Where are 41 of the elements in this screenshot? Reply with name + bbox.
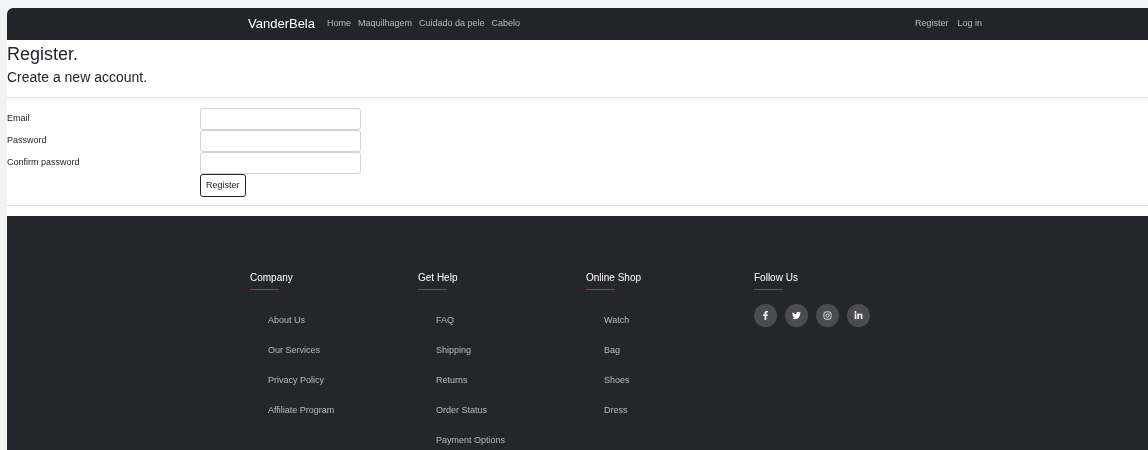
nav-link[interactable]: Maquilhagem	[358, 17, 413, 31]
input-field[interactable]	[200, 130, 361, 152]
heading-underline	[418, 289, 447, 290]
instagram-icon[interactable]	[816, 304, 839, 327]
linkedin-icon[interactable]	[847, 304, 870, 327]
footer-link[interactable]: Dress	[604, 405, 628, 415]
field-label: Email	[7, 112, 31, 126]
facebook-icon[interactable]	[754, 304, 777, 327]
footer-heading: Company	[250, 272, 294, 284]
footer-link[interactable]: Returns	[436, 375, 468, 385]
footer-link[interactable]: Watch	[604, 315, 630, 325]
footer-link[interactable]: Bag	[604, 345, 620, 355]
footer-link[interactable]: Order Status	[436, 405, 488, 415]
footer-link[interactable]: Our Services	[268, 345, 320, 355]
field-label: Confirm password	[7, 156, 81, 170]
footer-heading: Online Shop	[586, 272, 643, 284]
footer-link[interactable]: Shoes	[604, 375, 630, 385]
footer-link[interactable]: About Us	[268, 315, 306, 325]
nav-link[interactable]: Cuidado da pele	[419, 17, 485, 31]
input-field[interactable]	[200, 152, 361, 174]
nav-link[interactable]: Register	[915, 17, 949, 31]
footer-link[interactable]: FAQ	[436, 315, 454, 325]
brand-link[interactable]: VanderBela	[248, 14, 315, 34]
footer-heading: Follow Us	[754, 272, 799, 284]
page-subtitle: Create a new account.	[7, 68, 149, 86]
page-title: Register.	[7, 43, 80, 65]
footer-heading: Get Help	[418, 272, 459, 284]
heading-underline	[586, 289, 615, 290]
footer-link[interactable]: Affiliate Program	[268, 405, 335, 415]
nav-link[interactable]: Cabelo	[491, 17, 521, 31]
heading-underline	[250, 289, 279, 290]
footer-link[interactable]: Privacy Policy	[268, 375, 324, 385]
nav-link[interactable]: Log in	[957, 17, 983, 31]
input-field[interactable]	[200, 108, 361, 130]
footer-link[interactable]: Shipping	[436, 345, 472, 355]
heading-underline	[754, 289, 783, 290]
twitter-icon[interactable]	[785, 304, 808, 327]
field-label: Password	[7, 134, 48, 148]
nav-link[interactable]: Home	[327, 17, 351, 31]
register-button[interactable]: Register	[200, 174, 246, 197]
footer-link[interactable]: Payment Options	[436, 435, 506, 445]
